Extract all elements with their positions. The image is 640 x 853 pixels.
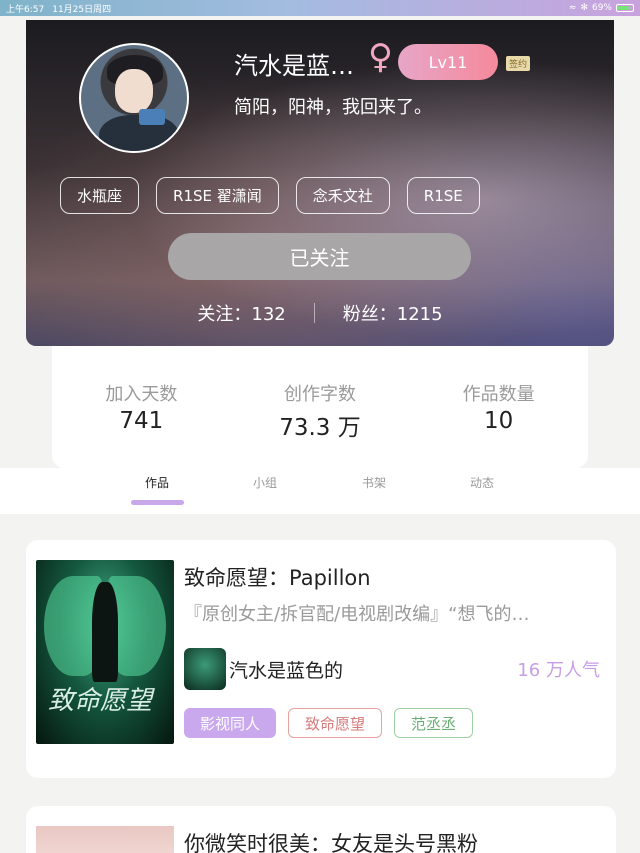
profile-motto: 简阳，阳神，我回来了。: [234, 97, 432, 118]
author-avatar: [184, 648, 226, 690]
followers-count[interactable]: 粉丝：1215: [343, 300, 443, 326]
stats-card: 加入天数 741 创作字数 73.3 万 作品数量 10: [52, 346, 588, 468]
stat-value: 10: [484, 408, 514, 434]
follow-button[interactable]: 已关注: [168, 233, 471, 280]
battery-percent: 69%: [591, 3, 612, 13]
stat-value: 73.3 万: [279, 415, 361, 441]
avatar-phone: [139, 109, 165, 125]
stat-label: 加入天数: [105, 384, 178, 405]
stat-works-count: 作品数量 10: [409, 346, 588, 468]
avatar[interactable]: [79, 43, 189, 153]
tab-groups[interactable]: 小组: [235, 474, 295, 491]
stat-label: 创作字数: [284, 384, 356, 405]
work-title[interactable]: 你微笑时很美：女友是头号黑粉: [184, 828, 478, 853]
profile-tag[interactable]: R1SE: [406, 177, 480, 214]
work-author: 汽水是蓝色的: [229, 660, 344, 682]
stat-word-count: 创作字数 73.3 万: [231, 346, 410, 468]
tab-bar: 作品 小组 书架 动态: [0, 468, 640, 514]
female-icon: ♀: [368, 37, 393, 77]
work-card[interactable]: 致命愿望 致命愿望：Papillon 『原创女主/拆官配/电视剧改编』“想飞的……: [26, 540, 616, 778]
following-count[interactable]: 关注：132: [197, 300, 285, 326]
profile-tag[interactable]: 念禾文社: [295, 177, 390, 214]
signed-badge: 签约: [506, 56, 531, 71]
stat-join-days: 加入天数 741: [52, 346, 231, 468]
profile-name: 汽水是蓝…: [234, 52, 354, 80]
tab-works[interactable]: 作品: [127, 474, 187, 491]
work-description: 『原创女主/拆官配/电视剧改编』“想飞的…: [184, 604, 530, 625]
level-badge[interactable]: Lv11: [398, 44, 498, 80]
profile-tag[interactable]: R1SE 翟潇闻: [156, 177, 279, 214]
avatar-face: [115, 69, 153, 113]
tab-bookshelf[interactable]: 书架: [344, 474, 404, 491]
profile-header: 汽水是蓝… ♀ Lv11 签约 简阳，阳神，我回来了。 水瓶座 R1SE 翟潇闻…: [26, 20, 614, 346]
battery-icon: [616, 4, 634, 12]
work-card[interactable]: 你微笑时很美：女友是头号黑粉: [26, 806, 616, 853]
profile-tag[interactable]: 水瓶座: [60, 177, 140, 214]
status-indicators: ≈ ✻ 69%: [569, 3, 634, 13]
status-date: 11月25日周四: [52, 4, 112, 15]
profile-tags: 水瓶座 R1SE 翟潇闻 念禾文社 R1SE: [60, 177, 480, 214]
work-cover[interactable]: 致命愿望: [36, 560, 174, 744]
wifi-icon: ≈: [568, 3, 577, 13]
work-popularity: 16 万人气: [517, 660, 600, 681]
bluetooth-icon: ✻: [580, 3, 588, 13]
stat-label: 作品数量: [462, 384, 535, 405]
active-tab-indicator: [131, 500, 184, 505]
status-time: 上午6:57: [6, 4, 45, 15]
work-tags: 影视同人 致命愿望 范丞丞: [184, 708, 474, 738]
cover-figure: [92, 582, 118, 682]
follow-counts: 关注：132 粉丝：1215: [26, 300, 614, 326]
status-bar: 上午6:57 11月25日周四 ≈ ✻ 69%: [0, 0, 640, 16]
stat-value: 741: [119, 408, 164, 434]
work-tag[interactable]: 影视同人: [184, 708, 277, 738]
work-title[interactable]: 致命愿望：Papillon: [184, 562, 371, 592]
cover-title: 致命愿望: [48, 686, 153, 716]
divider: [313, 303, 315, 323]
work-tag[interactable]: 范丞丞: [394, 708, 474, 738]
work-tag[interactable]: 致命愿望: [288, 708, 383, 738]
tab-activity[interactable]: 动态: [452, 474, 512, 491]
work-cover[interactable]: [36, 826, 174, 853]
